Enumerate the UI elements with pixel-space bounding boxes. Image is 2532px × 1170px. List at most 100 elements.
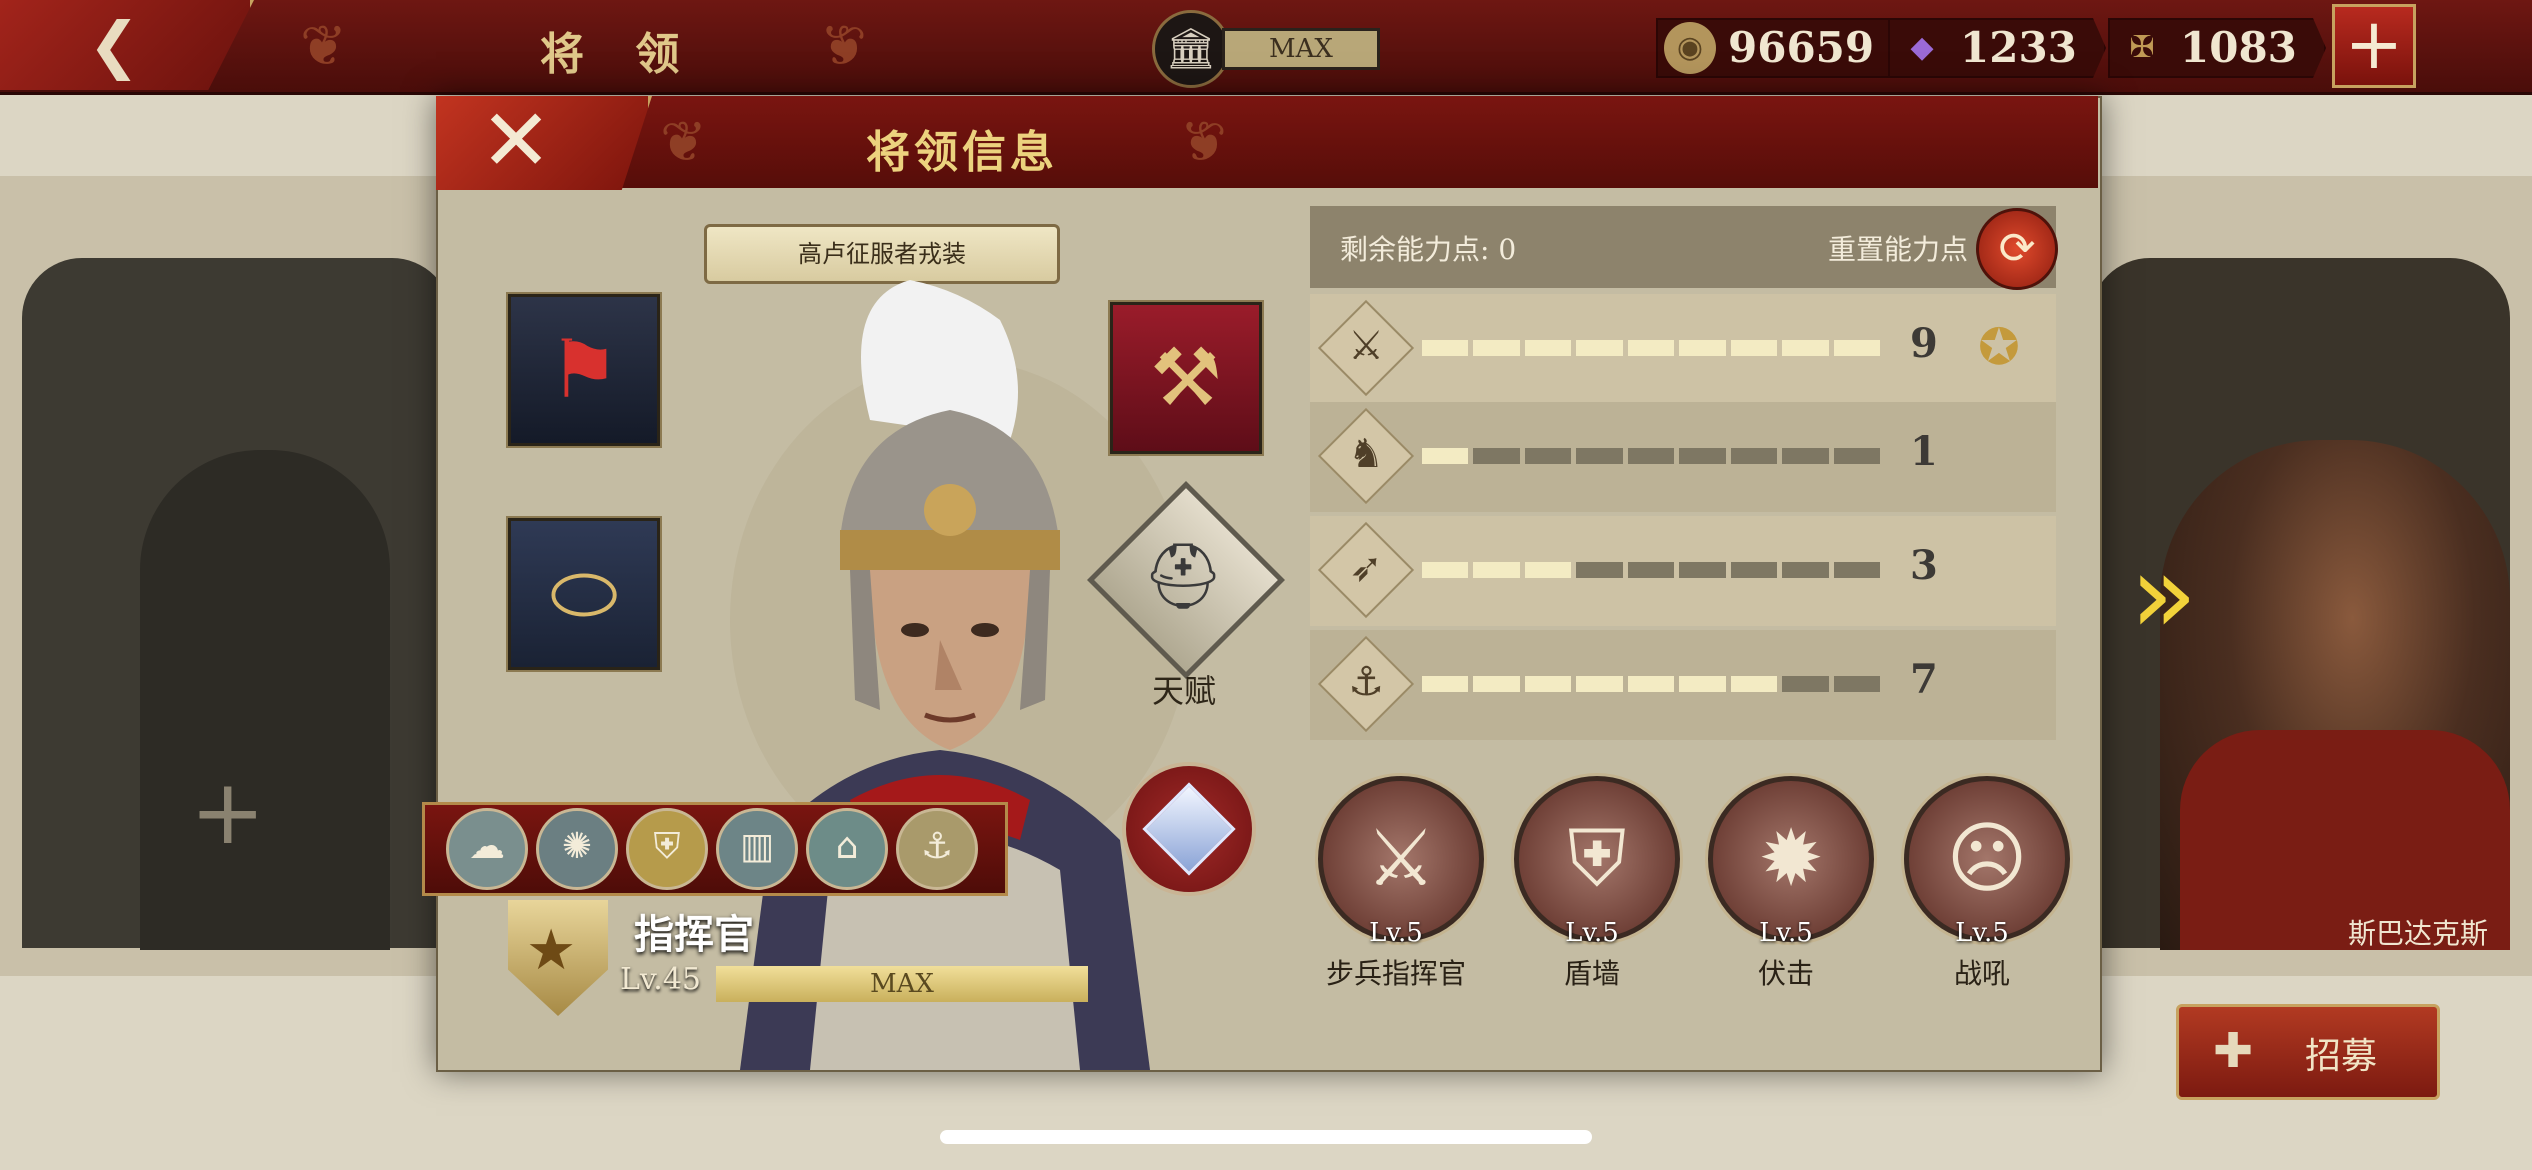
stat-segment <box>1576 448 1623 464</box>
stat-row-archery: ➶ 3 <box>1310 516 2056 626</box>
spqr-eagle-icon: ✠ <box>2129 30 2155 65</box>
costume-button[interactable]: 高卢征服者戎装 <box>704 224 1060 284</box>
stat-segment <box>1524 448 1572 464</box>
stat-segment <box>1627 562 1675 578</box>
stat-segment <box>1627 340 1675 356</box>
stat-segment <box>1524 562 1572 578</box>
stat-segment <box>1782 340 1829 356</box>
close-icon: ✕ <box>480 91 553 191</box>
medal-5-icon[interactable]: ⌂ <box>806 808 888 890</box>
silhouette <box>140 450 390 950</box>
gem-value: 1233 <box>1960 23 2077 72</box>
gem-counter[interactable]: ◆ 1233 <box>1888 18 2106 78</box>
shield-icon: ⬭ <box>549 547 619 640</box>
stat-segment <box>1576 676 1623 692</box>
building-icon[interactable]: 🏛 <box>1152 10 1230 88</box>
skill-level: Lv.5 <box>1759 918 1813 948</box>
equip-banner-slot[interactable]: ⚑ <box>508 294 660 446</box>
chevron-left-icon: ❮ <box>88 8 140 81</box>
stat-bar <box>1422 448 1880 464</box>
stat-segment <box>1473 562 1520 578</box>
stat-segment <box>1627 676 1675 692</box>
stat-segment <box>1730 340 1778 356</box>
plus-icon: + <box>190 760 266 865</box>
skill-level: Lv.5 <box>1369 918 1423 948</box>
remaining-points-label: 剩余能力点: 0 <box>1340 233 1517 266</box>
banner-icon: ⚑ <box>548 323 620 416</box>
ambush-icon: ✹ <box>1758 814 1824 904</box>
medal-2-icon[interactable]: ✺ <box>536 808 618 890</box>
building-level: MAX <box>1222 28 1380 70</box>
skill-name: 战吼 <box>1953 957 2010 990</box>
next-arrow-icon[interactable]: » <box>2130 530 2197 658</box>
stat-segment <box>1679 448 1726 464</box>
right-hero-name: 斯巴达克斯 <box>2348 917 2489 950</box>
gem-button[interactable] <box>1122 762 1256 896</box>
page-title: 将 领 <box>540 29 698 80</box>
horse-icon: ♞ <box>1348 431 1384 477</box>
stat-segment <box>1679 676 1726 692</box>
helmet-icon: ⛑ <box>1142 540 1224 614</box>
star-laurel-icon[interactable]: ✪ <box>1964 312 2034 382</box>
skill-name: 步兵指挥官 <box>1325 957 1466 990</box>
stat-value: 9 <box>1910 320 1938 367</box>
recruit-button[interactable]: ✚ 招募 <box>2176 1004 2440 1100</box>
stat-row-cavalry: ♞ 1 <box>1310 402 2056 512</box>
stat-value: 1 <box>1910 428 1938 475</box>
xp-bar: MAX <box>716 966 1088 1002</box>
stat-segment <box>1782 448 1829 464</box>
stat-bar <box>1422 562 1880 578</box>
stat-segment <box>1473 676 1520 692</box>
general-portrait <box>730 280 1180 1070</box>
recruit-icon: ✚ <box>2213 1023 2254 1079</box>
equip-shield-slot[interactable]: ⬭ <box>508 518 660 670</box>
laurel-right-icon: ❦ <box>820 14 867 79</box>
laurel-left-icon: ❦ <box>660 110 707 175</box>
spqr-value: 1083 <box>2180 23 2297 72</box>
coin-counter[interactable]: ◉ 96659 <box>1656 18 1914 78</box>
stat-bar <box>1422 340 1880 356</box>
purple-gem-icon: ◆ <box>1910 30 1934 65</box>
stat-segment <box>1730 448 1778 464</box>
reset-button[interactable]: ⟳ <box>1976 208 2058 290</box>
stat-segment <box>1679 340 1726 356</box>
stat-segment <box>1422 340 1469 356</box>
war-cry-icon: ☹ <box>1946 814 2028 904</box>
stat-segment <box>1833 562 1880 578</box>
equip-weapon-slot[interactable]: ⚒ <box>1110 302 1262 454</box>
reset-points-label: 重置能力点 <box>1828 233 1969 266</box>
stat-row-navy: ⚓ 7 <box>1310 630 2056 740</box>
medal-1-icon[interactable]: ☁ <box>446 808 528 890</box>
dialog-title: 将领信息 <box>866 127 1058 178</box>
medal-3-icon[interactable]: ⛨ <box>626 808 708 890</box>
stat-segment <box>1524 676 1572 692</box>
stat-segment <box>1422 448 1469 464</box>
spqr-counter[interactable]: ✠ 1083 <box>2108 18 2326 78</box>
diamond-icon <box>1142 782 1236 876</box>
stat-segment <box>1782 676 1829 692</box>
coin-icon: ◉ <box>1664 22 1716 74</box>
rank-title: 指挥官 <box>634 911 754 958</box>
level-label: Lv.45 <box>620 962 702 997</box>
stat-segment <box>1833 448 1880 464</box>
coin-value: 96659 <box>1728 23 1875 72</box>
stat-segment <box>1576 562 1623 578</box>
talent-label: 天赋 <box>1152 672 1217 710</box>
star-icon: ★ <box>526 918 577 983</box>
stat-segment <box>1730 676 1778 692</box>
stat-segment <box>1422 676 1469 692</box>
home-indicator[interactable] <box>940 1130 1592 1144</box>
stat-segment <box>1730 562 1778 578</box>
medal-4-icon[interactable]: ▥ <box>716 808 798 890</box>
bow-icon: ➶ <box>1349 545 1383 591</box>
add-resource-button[interactable]: + <box>2332 4 2416 88</box>
laurel-left-icon: ❦ <box>300 14 347 79</box>
stat-bar <box>1422 676 1880 692</box>
close-button[interactable]: ✕ <box>436 96 652 190</box>
stat-segment <box>1473 340 1520 356</box>
stat-segment <box>1473 448 1520 464</box>
stat-value: 7 <box>1910 656 1938 703</box>
stat-segment <box>1422 562 1469 578</box>
stat-segment <box>1576 340 1623 356</box>
medal-6-icon[interactable]: ⚓ <box>896 808 978 890</box>
